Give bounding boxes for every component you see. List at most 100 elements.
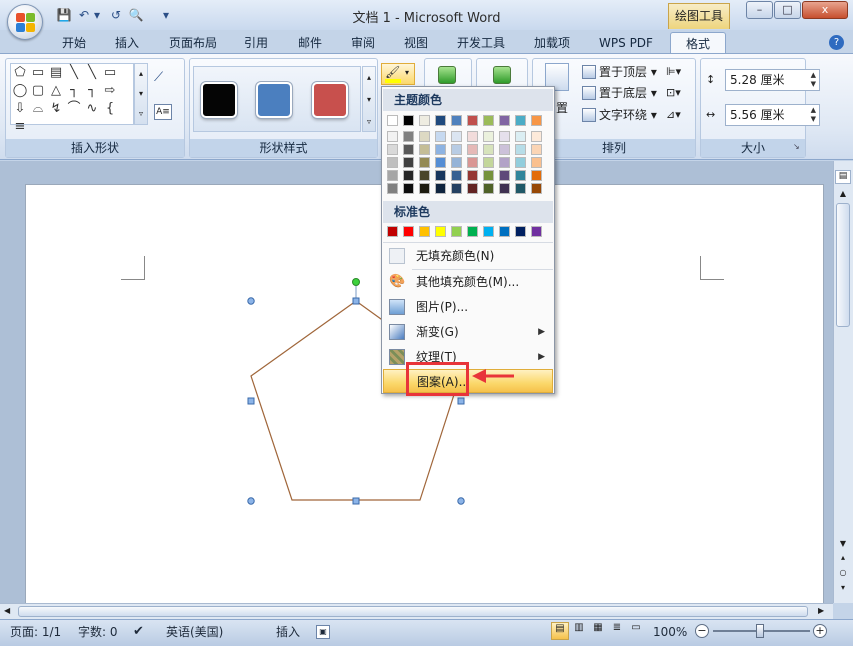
shape-option[interactable]: ▤ [47, 64, 65, 82]
position-button-label[interactable]: 置 [556, 99, 568, 116]
color-swatch[interactable] [467, 226, 478, 237]
color-swatch[interactable] [419, 183, 430, 194]
tab-view[interactable]: 视图 [394, 32, 438, 54]
color-swatch[interactable] [387, 131, 398, 142]
color-swatch[interactable] [483, 157, 494, 168]
shape-option[interactable]: { [101, 100, 119, 118]
shapes-gallery-scroll[interactable]: ▴ ▾ ▿ [134, 63, 148, 125]
office-button[interactable] [7, 4, 43, 40]
side-handle[interactable] [352, 497, 360, 505]
color-swatch[interactable] [467, 157, 478, 168]
color-swatch[interactable] [403, 131, 414, 142]
print-layout-view-icon[interactable]: ▤ [551, 622, 569, 640]
send-to-back-button[interactable]: 置于底层 ▾ [582, 83, 657, 103]
color-swatch[interactable] [483, 131, 494, 142]
zoom-out-icon[interactable]: − [695, 624, 709, 638]
vertical-scrollbar[interactable]: ▤ ▲ ▼ ▴ ○ ▾ [833, 161, 853, 603]
color-swatch[interactable] [531, 115, 542, 126]
color-swatch[interactable] [403, 157, 414, 168]
align-icon[interactable]: ⊫▾ [666, 62, 681, 82]
language-indicator[interactable]: 英语(美国) [166, 623, 223, 641]
color-swatch[interactable] [499, 157, 510, 168]
side-handle[interactable] [247, 397, 255, 405]
insert-mode[interactable]: 插入 [276, 623, 300, 641]
shape-option[interactable]: ▭ [101, 64, 119, 82]
color-swatch[interactable] [531, 157, 542, 168]
tab-review[interactable]: 审阅 [341, 32, 385, 54]
menu-item-no-fill[interactable]: 无填充颜色(N) [383, 244, 553, 268]
shape-option[interactable]: ≡ [11, 118, 29, 136]
shape-option[interactable]: △ [47, 82, 65, 100]
shape-option[interactable]: ⬠ [11, 64, 29, 82]
word-count[interactable]: 字数: 0 [78, 623, 118, 641]
color-swatch[interactable] [451, 144, 462, 155]
macro-record-icon[interactable]: ▣ [316, 625, 330, 639]
color-swatch[interactable] [387, 144, 398, 155]
color-swatch[interactable] [435, 183, 446, 194]
color-swatch[interactable] [531, 144, 542, 155]
shape-option[interactable]: ⌓ [29, 100, 47, 118]
maximize-button[interactable]: □ [774, 1, 801, 19]
tab-developer[interactable]: 开发工具 [447, 32, 515, 54]
color-swatch[interactable] [499, 115, 510, 126]
color-swatch[interactable] [387, 183, 398, 194]
menu-item-picture[interactable]: 图片(P)... [383, 295, 553, 319]
color-swatch[interactable] [435, 226, 446, 237]
scroll-right-icon[interactable]: ▶ [818, 606, 824, 615]
menu-item-gradient[interactable]: 渐变(G) ▶ [383, 320, 553, 344]
height-spin-arrows[interactable]: ▲ ▼ [811, 71, 816, 89]
shape-option[interactable]: ▢ [29, 82, 47, 100]
shadow-effects-icon[interactable] [438, 66, 456, 84]
color-swatch[interactable] [483, 115, 494, 126]
close-button[interactable]: x [802, 1, 848, 19]
color-swatch[interactable] [403, 170, 414, 181]
shape-style-red[interactable] [312, 82, 348, 118]
color-swatch[interactable] [387, 157, 398, 168]
page-count[interactable]: 页面: 1/1 [10, 623, 61, 641]
color-swatch[interactable] [467, 170, 478, 181]
zoom-in-icon[interactable]: + [813, 624, 827, 638]
scroll-left-icon[interactable]: ◀ [4, 606, 10, 615]
horizontal-scrollbar[interactable]: ◀ ▶ [0, 603, 833, 619]
color-swatch[interactable] [451, 131, 462, 142]
width-spin-arrows[interactable]: ▲ ▼ [811, 106, 816, 124]
color-swatch[interactable] [435, 131, 446, 142]
color-swatch[interactable] [531, 131, 542, 142]
tab-addins[interactable]: 加载项 [524, 32, 580, 54]
color-swatch[interactable] [419, 157, 430, 168]
color-swatch[interactable] [515, 170, 526, 181]
shape-option[interactable]: ╲ [83, 64, 101, 82]
color-swatch[interactable] [499, 131, 510, 142]
proofing-icon[interactable]: ✔ [133, 623, 144, 641]
color-swatch[interactable] [387, 226, 398, 237]
color-swatch[interactable] [499, 144, 510, 155]
tab-references[interactable]: 引用 [234, 32, 278, 54]
color-swatch[interactable] [435, 144, 446, 155]
help-icon[interactable]: ? [829, 35, 844, 50]
shape-option[interactable]: ◯ [11, 82, 29, 100]
tab-home[interactable]: 开始 [52, 32, 96, 54]
color-swatch[interactable] [531, 226, 542, 237]
scroll-down-icon[interactable]: ▼ [836, 539, 850, 551]
color-swatch[interactable] [387, 115, 398, 126]
color-swatch[interactable] [451, 157, 462, 168]
color-swatch[interactable] [483, 144, 494, 155]
shape-option[interactable]: ↯ [47, 100, 65, 118]
zoom-level[interactable]: 100% [653, 623, 687, 641]
color-swatch[interactable] [515, 115, 526, 126]
color-swatch[interactable] [435, 115, 446, 126]
color-swatch[interactable] [451, 183, 462, 194]
color-swatch[interactable] [419, 131, 430, 142]
color-swatch[interactable] [403, 144, 414, 155]
shape-option[interactable]: ┐ [83, 82, 101, 100]
web-layout-view-icon[interactable]: ▦ [589, 622, 607, 640]
color-swatch[interactable] [451, 226, 462, 237]
color-swatch[interactable] [531, 170, 542, 181]
text-box-icon[interactable]: A≡ [154, 104, 172, 120]
color-swatch[interactable] [403, 183, 414, 194]
height-spinner[interactable]: 5.28 厘米 ▲ ▼ [725, 69, 820, 91]
3d-effects-icon[interactable] [493, 66, 511, 84]
zoom-slider-thumb[interactable] [756, 624, 764, 638]
tab-page-layout[interactable]: 页面布局 [160, 32, 226, 54]
edit-shape-icon[interactable]: ⟋ [154, 70, 178, 88]
